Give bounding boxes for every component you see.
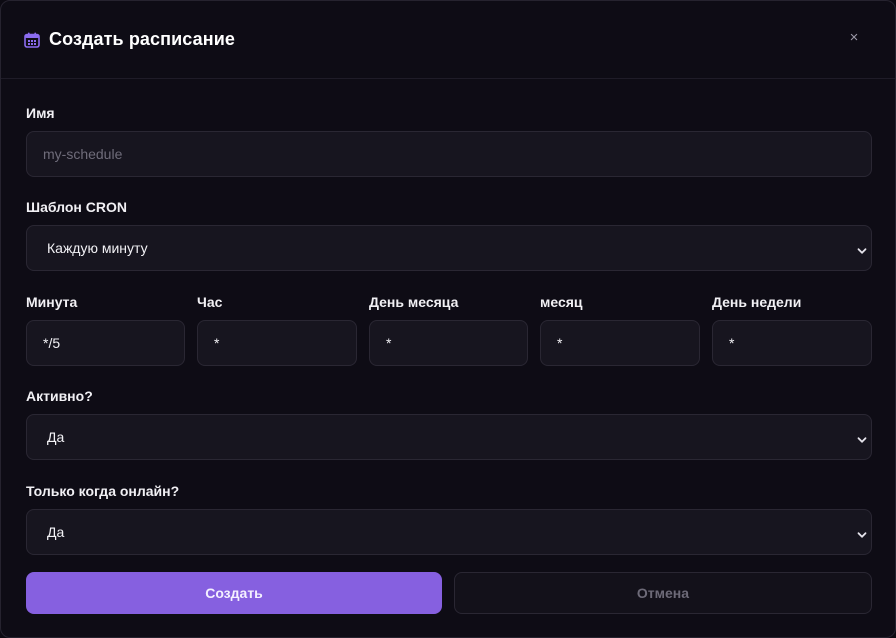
day-of-week-label: День недели [712,294,802,310]
minute-label: Минута [26,294,78,310]
name-input-placeholder: my-schedule [43,146,123,162]
active-label: Активно? [26,388,93,404]
hour-label: Час [197,294,223,310]
month-label: месяц [540,294,583,310]
cron-template-select[interactable]: Каждую минуту [26,225,872,271]
active-value: Да [47,429,65,445]
month-input[interactable]: * [540,320,700,366]
hour-input[interactable]: * [197,320,357,366]
day-of-month-label: День месяца [369,294,459,310]
day-of-week-value: * [729,335,735,351]
calendar-icon [23,31,41,49]
name-label: Имя [26,105,55,121]
cron-template-label: Шаблон CRON [26,199,127,215]
day-of-month-input[interactable]: * [369,320,528,366]
cancel-button[interactable]: Отмена [454,572,872,614]
day-of-month-value: * [386,335,392,351]
name-input[interactable]: my-schedule [26,131,872,177]
minute-input[interactable]: */5 [26,320,185,366]
month-value: * [557,335,563,351]
online-only-label: Только когда онлайн? [26,483,180,499]
close-icon[interactable]: × [847,30,861,45]
create-schedule-modal: Создать расписание × Имя my-schedule Шаб… [0,0,896,638]
hour-value: * [214,335,220,351]
day-of-week-input[interactable]: * [712,320,872,366]
online-only-select[interactable]: Да [26,509,872,555]
create-button[interactable]: Создать [26,572,442,614]
modal-title: Создать расписание [49,29,235,49]
chevron-down-icon [857,432,867,443]
chevron-down-icon [857,243,867,254]
online-only-value: Да [47,524,65,540]
chevron-down-icon [857,527,867,538]
modal-header: Создать расписание × [1,1,895,79]
cron-template-value: Каждую минуту [47,240,148,256]
minute-value: */5 [43,335,61,351]
active-select[interactable]: Да [26,414,872,460]
